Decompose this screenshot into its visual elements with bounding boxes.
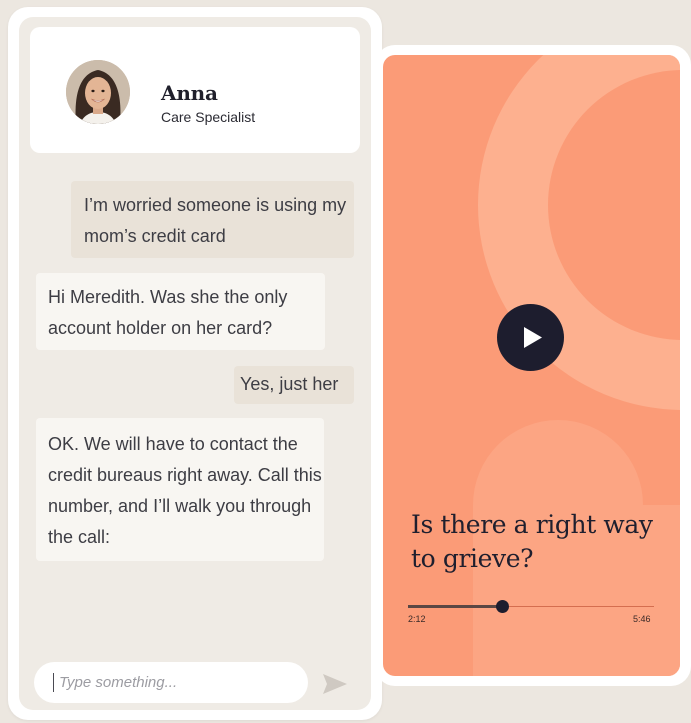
message-user: Yes, just her [234,366,354,404]
message-agent: Hi Meredith. Was she the only account ho… [36,273,325,350]
current-time: 2:12 [408,614,426,624]
message-user: I’m worried someone is using my mom’s cr… [71,181,354,258]
video-title: Is there a right way to grieve? [411,510,653,573]
play-button[interactable] [497,304,564,371]
progress-fill [408,605,502,608]
progress-bar[interactable] [408,600,654,613]
agent-name: Anna [161,81,218,105]
chat-card: Anna Care Specialist I’m worried someone… [8,7,382,720]
send-icon [323,674,347,694]
text-caret [53,673,54,692]
agent-header: Anna Care Specialist [30,27,360,153]
message-agent: OK. We will have to contact the credit b… [36,418,324,561]
play-icon [524,327,542,348]
message-composer[interactable] [34,662,308,703]
chat-panel: Anna Care Specialist I’m worried someone… [19,17,371,710]
total-time: 5:46 [633,614,651,624]
video-player[interactable]: Is there a right way to grieve? 2:12 5:4… [383,55,680,676]
avatar-image [66,60,130,124]
progress-handle[interactable] [495,600,509,613]
agent-role: Care Specialist [161,109,256,125]
video-card: Is there a right way to grieve? 2:12 5:4… [375,45,691,686]
send-button[interactable] [320,669,350,699]
message-input[interactable] [59,662,299,703]
avatar [66,60,130,124]
